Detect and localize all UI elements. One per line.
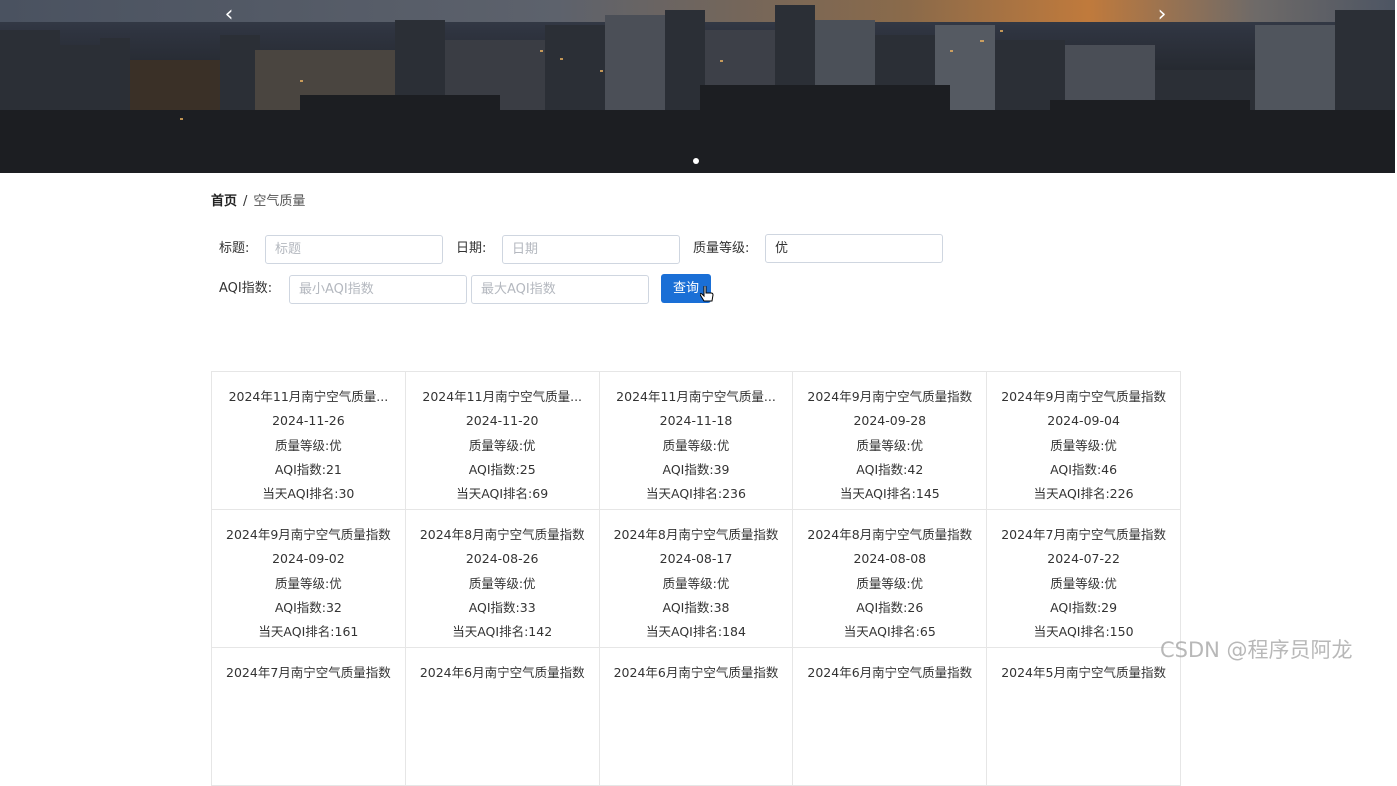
air-quality-card[interactable]: 2024年9月南宁空气质量指数 2024-09-02 质量等级:优 AQI指数:32 当…	[212, 510, 406, 648]
air-quality-card[interactable]: 2024年8月南宁空气质量指数 2024-08-26 质量等级:优 AQI指数:33 当…	[405, 510, 600, 648]
card-quality-level: 质量等级:优	[856, 437, 924, 453]
card-title: 2024年8月南宁空气质量指数	[807, 527, 973, 542]
card-aqi: AQI指数:33	[468, 599, 536, 615]
card-quality-level: 质量等级:优	[662, 437, 730, 453]
quality-level-label: 质量等级:	[693, 241, 750, 256]
card-quality-level: 质量等级:优	[856, 575, 924, 591]
card-date: 2024-11-26	[272, 413, 345, 429]
breadcrumb-current: 空气质量	[253, 194, 306, 209]
card-title: 2024年11月南宁空气质量...	[228, 389, 389, 404]
air-quality-card[interactable]: 2024年8月南宁空气质量指数 2024-08-17 质量等级:优 AQI指数:38 当…	[599, 510, 794, 648]
card-title: 2024年9月南宁空气质量指数	[226, 527, 391, 542]
card-quality-level: 质量等级:优	[468, 575, 536, 591]
air-quality-card[interactable]: 2024年8月南宁空气质量指数 2024-08-08 质量等级:优 AQI指数:26 当…	[793, 510, 988, 648]
air-quality-card[interactable]: 2024年9月南宁空气质量指数 2024-09-28 质量等级:优 AQI指数:42 当…	[793, 372, 988, 510]
card-title: 2024年9月南宁空气质量指数	[1001, 389, 1166, 404]
air-quality-card[interactable]: 2024年6月南宁空气质量指数	[405, 648, 600, 786]
card-title: 2024年6月南宁空气质量指数	[419, 665, 585, 680]
card-aqi-rank: 当天AQI排名:145	[839, 486, 940, 502]
card-quality-level: 质量等级:优	[662, 575, 730, 591]
date-input[interactable]: 日期	[502, 235, 680, 264]
card-aqi-rank: 当天AQI排名:236	[646, 486, 746, 502]
card-aqi: AQI指数:42	[856, 461, 924, 477]
title-label: 标题:	[219, 241, 250, 256]
card-aqi-rank: 当天AQI排名:65	[843, 624, 936, 640]
card-aqi: AQI指数:21	[274, 461, 342, 477]
card-aqi: AQI指数:32	[274, 599, 342, 615]
air-quality-card[interactable]: 2024年11月南宁空气质量... 2024-11-26 质量等级:优 AQI指数:2…	[212, 372, 406, 510]
air-quality-card[interactable]: 2024年7月南宁空气质量指数 2024-07-22 质量等级:优 AQI指数:29 当…	[987, 510, 1181, 648]
card-aqi-rank: 当天AQI排名:226	[1033, 486, 1134, 502]
air-quality-card[interactable]: 2024年6月南宁空气质量指数	[599, 648, 794, 786]
card-aqi-rank: 当天AQI排名:30	[262, 486, 355, 502]
air-quality-card[interactable]: 2024年7月南宁空气质量指数	[212, 648, 406, 786]
aqi-label: AQI指数:	[219, 281, 273, 296]
air-quality-card[interactable]: 2024年6月南宁空气质量指数	[793, 648, 988, 786]
card-date: 2024-08-26	[465, 551, 539, 567]
card-aqi: AQI指数:25	[468, 461, 536, 477]
title-input[interactable]: 标题	[265, 235, 443, 264]
hand-cursor-icon	[700, 286, 714, 302]
card-quality-level: 质量等级:优	[275, 437, 342, 453]
card-date: 2024-11-20	[465, 413, 539, 429]
card-aqi: AQI指数:26	[856, 599, 924, 615]
card-quality-level: 质量等级:优	[275, 575, 342, 591]
card-aqi-rank: 当天AQI排名:142	[452, 624, 553, 640]
card-row: 2024年7月南宁空气质量指数 2024年6月南宁空气质量指数 2024年6月南宁空…	[212, 648, 1181, 786]
breadcrumb-separator: /	[243, 194, 248, 209]
air-quality-card[interactable]: 2024年5月南宁空气质量指数	[987, 648, 1181, 786]
card-aqi-rank: 当天AQI排名:69	[456, 486, 549, 502]
card-date: 2024-07-22	[1047, 551, 1120, 567]
carousel-banner[interactable]: ‹ ›	[0, 0, 1395, 173]
card-aqi: AQI指数:38	[662, 599, 730, 615]
air-quality-card-grid: 2024年11月南宁空气质量... 2024-11-26 质量等级:优 AQI指数:2…	[211, 371, 1181, 786]
card-title: 2024年11月南宁空气质量...	[422, 389, 583, 404]
breadcrumb: 首页 / 空气质量	[211, 193, 305, 211]
card-date: 2024-09-02	[272, 551, 345, 567]
card-aqi-rank: 当天AQI排名:150	[1033, 624, 1134, 640]
card-title: 2024年8月南宁空气质量指数	[613, 527, 779, 542]
date-label: 日期:	[456, 241, 487, 256]
aqi-min-input[interactable]: 最小AQI指数	[289, 275, 467, 304]
card-row: 2024年9月南宁空气质量指数 2024-09-02 质量等级:优 AQI指数:32 当…	[212, 510, 1181, 648]
card-date: 2024-11-18	[659, 413, 733, 429]
card-row: 2024年11月南宁空气质量... 2024-11-26 质量等级:优 AQI指数:2…	[212, 372, 1181, 510]
csdn-watermark: CSDN @程序员阿龙	[1160, 638, 1353, 662]
card-quality-level: 质量等级:优	[1050, 437, 1117, 453]
breadcrumb-home[interactable]: 首页	[211, 194, 237, 209]
card-aqi: AQI指数:39	[662, 461, 730, 477]
card-quality-level: 质量等级:优	[1050, 575, 1117, 591]
air-quality-card[interactable]: 2024年9月南宁空气质量指数 2024-09-04 质量等级:优 AQI指数:46 当…	[987, 372, 1181, 510]
card-title: 2024年6月南宁空气质量指数	[613, 665, 779, 680]
card-date: 2024-08-08	[853, 551, 927, 567]
card-date: 2024-08-17	[659, 551, 733, 567]
card-title: 2024年9月南宁空气质量指数	[807, 389, 973, 404]
air-quality-card[interactable]: 2024年11月南宁空气质量... 2024-11-20 质量等级:优 AQI指数:2…	[405, 372, 600, 510]
quality-level-input[interactable]: 优	[765, 234, 943, 263]
card-date: 2024-09-28	[853, 413, 927, 429]
city-skyline-image	[0, 5, 1395, 173]
carousel-next-icon[interactable]: ›	[1152, 4, 1172, 26]
card-aqi-rank: 当天AQI排名:161	[258, 624, 359, 640]
aqi-max-input[interactable]: 最大AQI指数	[471, 275, 649, 304]
carousel-prev-icon[interactable]: ‹	[219, 4, 239, 26]
card-title: 2024年6月南宁空气质量指数	[807, 665, 973, 680]
card-title: 2024年8月南宁空气质量指数	[419, 527, 585, 542]
card-aqi: AQI指数:29	[1050, 599, 1118, 615]
card-aqi-rank: 当天AQI排名:184	[646, 624, 746, 640]
card-title: 2024年7月南宁空气质量指数	[226, 665, 391, 680]
card-title: 2024年7月南宁空气质量指数	[1001, 527, 1166, 542]
card-date: 2024-09-04	[1047, 413, 1120, 429]
card-title: 2024年5月南宁空气质量指数	[1001, 665, 1166, 680]
carousel-indicator-dot[interactable]	[693, 158, 699, 164]
card-aqi: AQI指数:46	[1050, 461, 1118, 477]
air-quality-card[interactable]: 2024年11月南宁空气质量... 2024-11-18 质量等级:优 AQI指数:3…	[599, 372, 794, 510]
card-quality-level: 质量等级:优	[468, 437, 536, 453]
card-title: 2024年11月南宁空气质量...	[616, 389, 776, 404]
